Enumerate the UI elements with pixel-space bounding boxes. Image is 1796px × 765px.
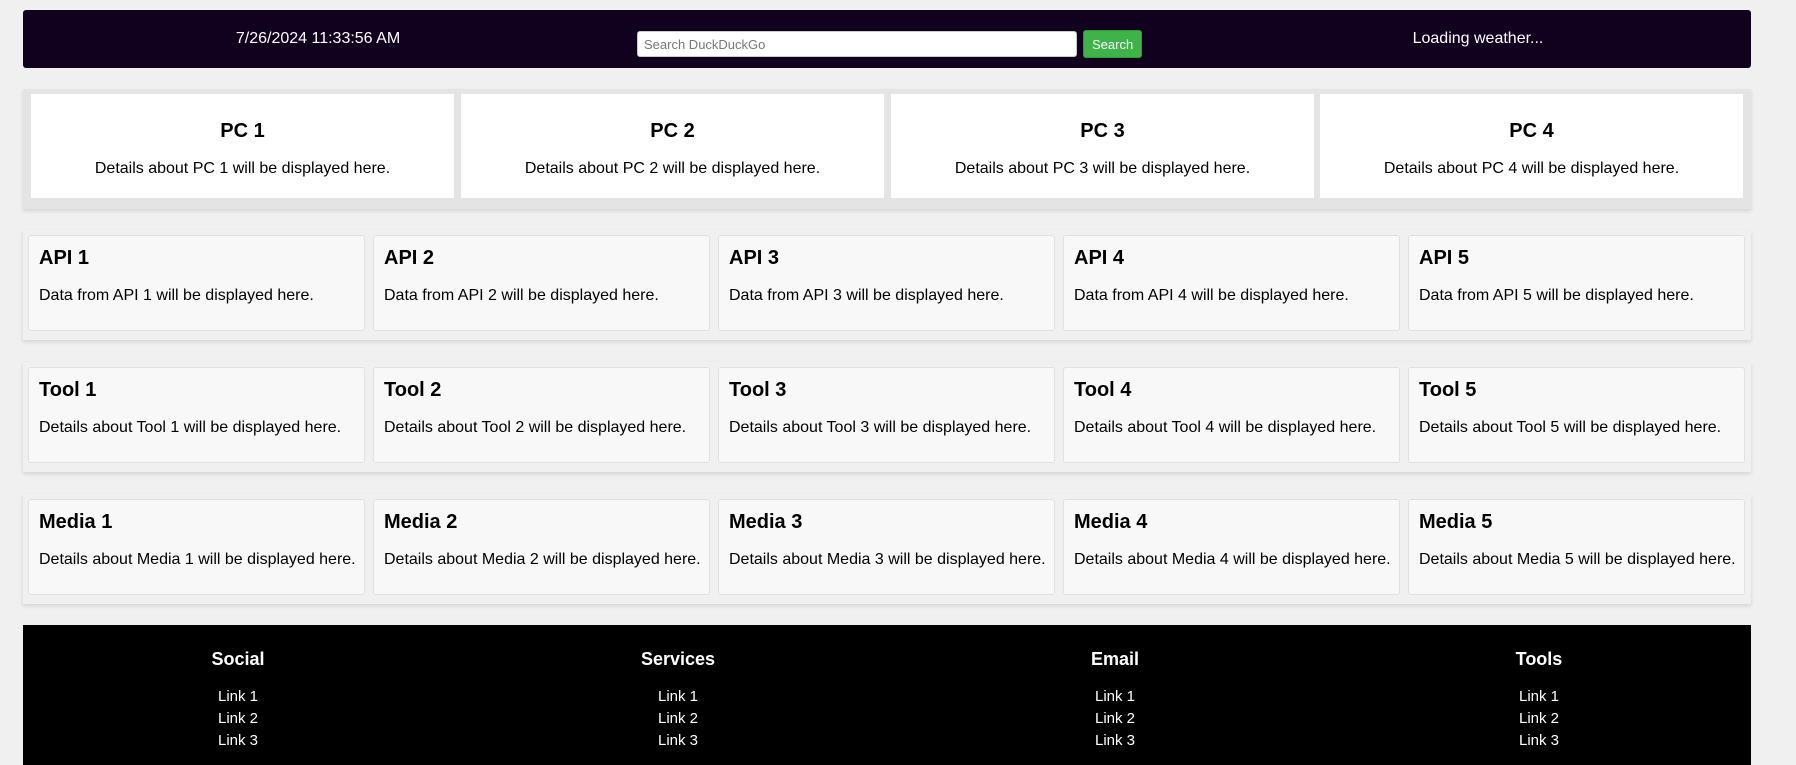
- tool-card-text: Details about Tool 3 will be displayed h…: [729, 419, 1032, 436]
- tool-card: Tool 3 Details about Tool 3 will be disp…: [718, 367, 1055, 463]
- media-card: Media 4 Details about Media 4 will be di…: [1063, 499, 1400, 595]
- pc-card-title: PC 2: [650, 120, 695, 142]
- pc-section: PC 1 Details about PC 1 will be displaye…: [23, 89, 1751, 209]
- tool-card-text: Details about Tool 2 will be displayed h…: [384, 419, 687, 436]
- footer-column-title: Tools: [1515, 649, 1563, 669]
- tool-card-title: Tool 5: [1419, 379, 1477, 401]
- pc-card-text: Details about PC 2 will be displayed her…: [524, 160, 821, 177]
- tool-card-title: Tool 4: [1074, 379, 1132, 401]
- media-card-text: Details about Media 1 will be displayed …: [39, 551, 356, 568]
- footer-link[interactable]: Link 2: [1389, 708, 1689, 730]
- pc-card-title: PC 4: [1509, 120, 1554, 142]
- api-card-text: Data from API 5 will be displayed here.: [1419, 287, 1694, 304]
- media-card-title: Media 2: [384, 511, 458, 533]
- footer-column-title: Services: [640, 649, 716, 669]
- media-card-text: Details about Media 3 will be displayed …: [729, 551, 1046, 568]
- footer-link[interactable]: Link 3: [965, 730, 1265, 752]
- footer-link[interactable]: Link 1: [1389, 686, 1689, 708]
- tools-section: Tool 1 Details about Tool 1 will be disp…: [23, 362, 1751, 472]
- footer-link[interactable]: Link 3: [528, 730, 828, 752]
- footer-column-social: Social Link 1 Link 2 Link 3: [88, 649, 388, 752]
- media-card-title: Media 5: [1419, 511, 1493, 533]
- footer-link[interactable]: Link 1: [528, 686, 828, 708]
- footer-column-title: Email: [1090, 649, 1140, 669]
- api-card-text: Data from API 2 will be displayed here.: [384, 287, 659, 304]
- pc-card: PC 3 Details about PC 3 will be displaye…: [891, 94, 1314, 198]
- tool-card: Tool 1 Details about Tool 1 will be disp…: [28, 367, 365, 463]
- api-card: API 2 Data from API 2 will be displayed …: [373, 235, 710, 331]
- api-card-text: Data from API 3 will be displayed here.: [729, 287, 1004, 304]
- media-card-text: Details about Media 2 will be displayed …: [384, 551, 701, 568]
- tool-card: Tool 2 Details about Tool 2 will be disp…: [373, 367, 710, 463]
- media-card: Media 3 Details about Media 3 will be di…: [718, 499, 1055, 595]
- api-card: API 5 Data from API 5 will be displayed …: [1408, 235, 1745, 331]
- tool-card-title: Tool 1: [39, 379, 97, 401]
- media-card-text: Details about Media 5 will be displayed …: [1419, 551, 1736, 568]
- pc-card: PC 4 Details about PC 4 will be displaye…: [1320, 94, 1743, 198]
- footer-link[interactable]: Link 2: [88, 708, 388, 730]
- search-button[interactable]: Search: [1083, 30, 1143, 58]
- api-card: API 4 Data from API 4 will be displayed …: [1063, 235, 1400, 331]
- media-card-text: Details about Media 4 will be displayed …: [1074, 551, 1391, 568]
- footer-column-email: Email Link 1 Link 2 Link 3: [965, 649, 1265, 752]
- footer-link[interactable]: Link 1: [965, 686, 1265, 708]
- pc-card-text: Details about PC 1 will be displayed her…: [94, 160, 391, 177]
- api-card-title: API 5: [1419, 247, 1470, 269]
- api-card-text: Data from API 1 will be displayed here.: [39, 287, 314, 304]
- date-time-display: 7/26/2024 11:33:56 AM: [235, 30, 401, 47]
- api-card-title: API 4: [1074, 247, 1125, 269]
- search-input[interactable]: [637, 31, 1077, 57]
- media-section: Media 1 Details about Media 1 will be di…: [23, 494, 1751, 604]
- tool-card-title: Tool 2: [384, 379, 442, 401]
- tool-card-title: Tool 3: [729, 379, 787, 401]
- footer-link[interactable]: Link 1: [88, 686, 388, 708]
- footer-column-title: Social: [211, 649, 265, 669]
- api-card-text: Data from API 4 will be displayed here.: [1074, 287, 1349, 304]
- tool-card: Tool 4 Details about Tool 4 will be disp…: [1063, 367, 1400, 463]
- footer-link[interactable]: Link 2: [965, 708, 1265, 730]
- tool-card-text: Details about Tool 4 will be displayed h…: [1074, 419, 1377, 436]
- footer: Social Link 1 Link 2 Link 3 Services Lin…: [23, 625, 1751, 765]
- footer-link[interactable]: Link 2: [528, 708, 828, 730]
- pc-card: PC 1 Details about PC 1 will be displaye…: [31, 94, 454, 198]
- search-form: Search: [637, 30, 1143, 58]
- api-card: API 1 Data from API 1 will be displayed …: [28, 235, 365, 331]
- pc-card-title: PC 1: [220, 120, 265, 142]
- weather-display: Loading weather...: [1412, 30, 1544, 47]
- media-card: Media 5 Details about Media 5 will be di…: [1408, 499, 1745, 595]
- footer-column-services: Services Link 1 Link 2 Link 3: [528, 649, 828, 752]
- footer-column-tools: Tools Link 1 Link 2 Link 3: [1389, 649, 1689, 752]
- media-card-title: Media 3: [729, 511, 803, 533]
- api-card: API 3 Data from API 3 will be displayed …: [718, 235, 1055, 331]
- footer-link[interactable]: Link 3: [1389, 730, 1689, 752]
- media-card: Media 1 Details about Media 1 will be di…: [28, 499, 365, 595]
- api-section: API 1 Data from API 1 will be displayed …: [23, 230, 1751, 340]
- tool-card-text: Details about Tool 5 will be displayed h…: [1419, 419, 1722, 436]
- footer-link[interactable]: Link 3: [88, 730, 388, 752]
- pc-card: PC 2 Details about PC 2 will be displaye…: [461, 94, 884, 198]
- top-bar: 7/26/2024 11:33:56 AM Search Loading wea…: [23, 10, 1751, 68]
- tool-card: Tool 5 Details about Tool 5 will be disp…: [1408, 367, 1745, 463]
- pc-card-text: Details about PC 3 will be displayed her…: [954, 160, 1251, 177]
- api-card-title: API 1: [39, 247, 90, 269]
- api-card-title: API 3: [729, 247, 780, 269]
- tool-card-text: Details about Tool 1 will be displayed h…: [39, 419, 342, 436]
- api-card-title: API 2: [384, 247, 435, 269]
- media-card-title: Media 1: [39, 511, 113, 533]
- pc-card-text: Details about PC 4 will be displayed her…: [1383, 160, 1680, 177]
- pc-card-title: PC 3: [1080, 120, 1125, 142]
- media-card-title: Media 4: [1074, 511, 1148, 533]
- media-card: Media 2 Details about Media 2 will be di…: [373, 499, 710, 595]
